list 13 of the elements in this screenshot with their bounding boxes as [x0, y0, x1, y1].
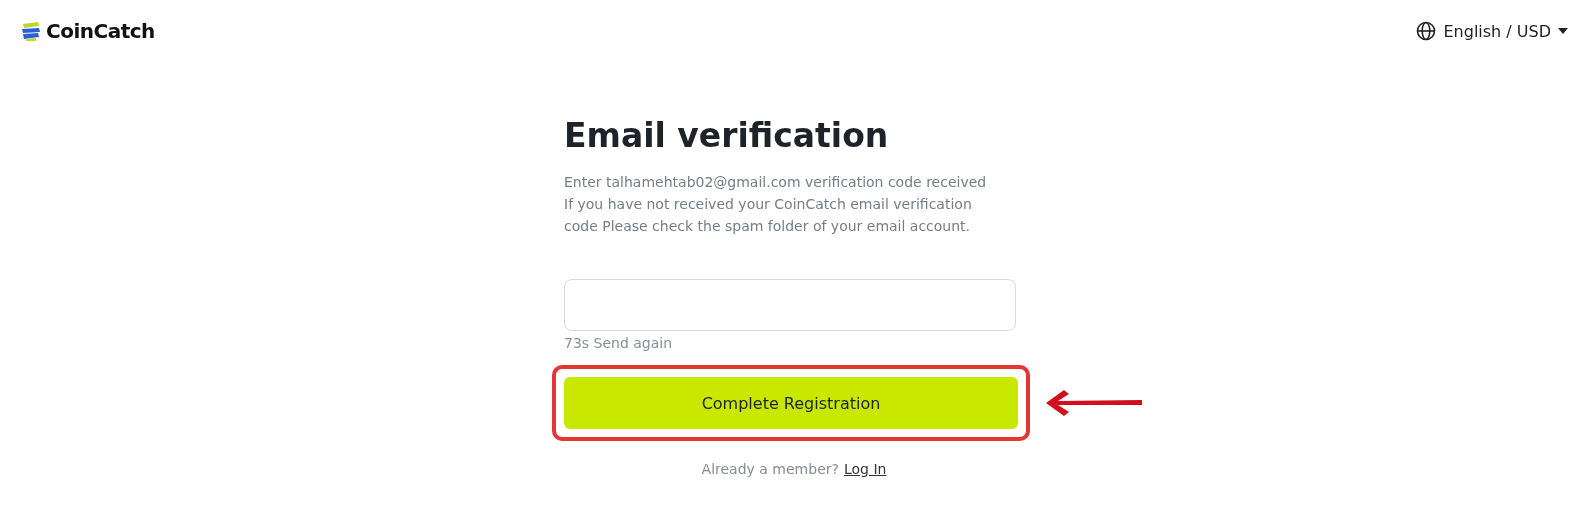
- globe-icon: [1416, 21, 1437, 41]
- language-selector[interactable]: English / USD: [1416, 21, 1568, 41]
- instruction-text: Enter talhamehtab02@gmail.com verification code received: [564, 173, 988, 192]
- instruction-text: If you have not received your CoinCatch email verification code Please check the spam folder of your email account.: [564, 195, 973, 236]
- member-prompt: Already a member?: [701, 461, 839, 477]
- page-title: Email verification: [564, 116, 890, 155]
- logo-icon: [20, 20, 42, 42]
- login-link[interactable]: Log In: [843, 461, 887, 477]
- caret-icon: [1558, 28, 1568, 34]
- resend-countdown: 73s Send again: [564, 335, 674, 351]
- complete-registration-button[interactable]: Complete Registration: [564, 377, 1018, 429]
- brand-name: CoinCatch: [46, 19, 155, 43]
- code-field[interactable]: [564, 279, 1016, 331]
